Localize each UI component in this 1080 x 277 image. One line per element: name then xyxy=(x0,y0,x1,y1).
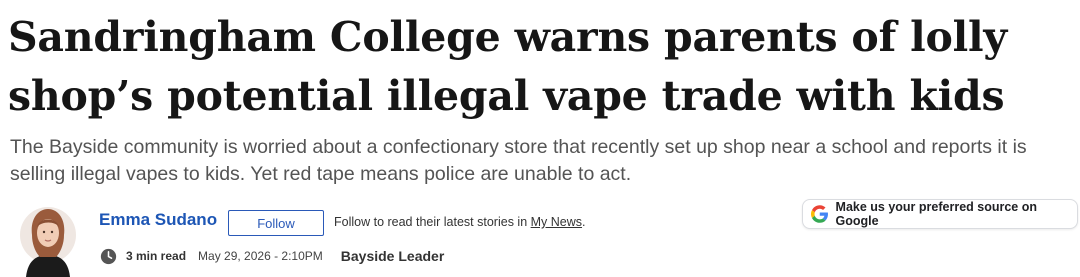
follow-button[interactable]: Follow xyxy=(228,210,324,236)
google-g-icon xyxy=(811,205,828,223)
follow-note: Follow to read their latest stories in M… xyxy=(334,215,586,229)
publish-date: May 29, 2026 - 2:10PM xyxy=(198,249,323,263)
masthead-name: Bayside Leader xyxy=(340,248,445,264)
google-preferred-source-button[interactable]: Make us your preferred source on Google xyxy=(802,199,1078,229)
my-news-link[interactable]: My News xyxy=(531,215,582,229)
google-source-label: Make us your preferred source on Google xyxy=(835,200,1037,228)
follow-note-text: Follow to read their latest stories in xyxy=(334,215,531,229)
author-name-link[interactable]: Emma Sudano xyxy=(99,210,217,230)
read-time: 3 min read xyxy=(126,249,187,263)
author-avatar[interactable] xyxy=(20,201,76,277)
article-standfirst: The Bayside community is worried about a… xyxy=(10,136,1027,185)
article-meta: 3 min read May 29, 2026 - 2:10PM Bayside… xyxy=(100,246,444,266)
clock-icon xyxy=(100,248,117,264)
article-headline: Sandringham College warns parents of lol… xyxy=(8,13,1007,120)
follow-note-period: . xyxy=(582,215,586,229)
